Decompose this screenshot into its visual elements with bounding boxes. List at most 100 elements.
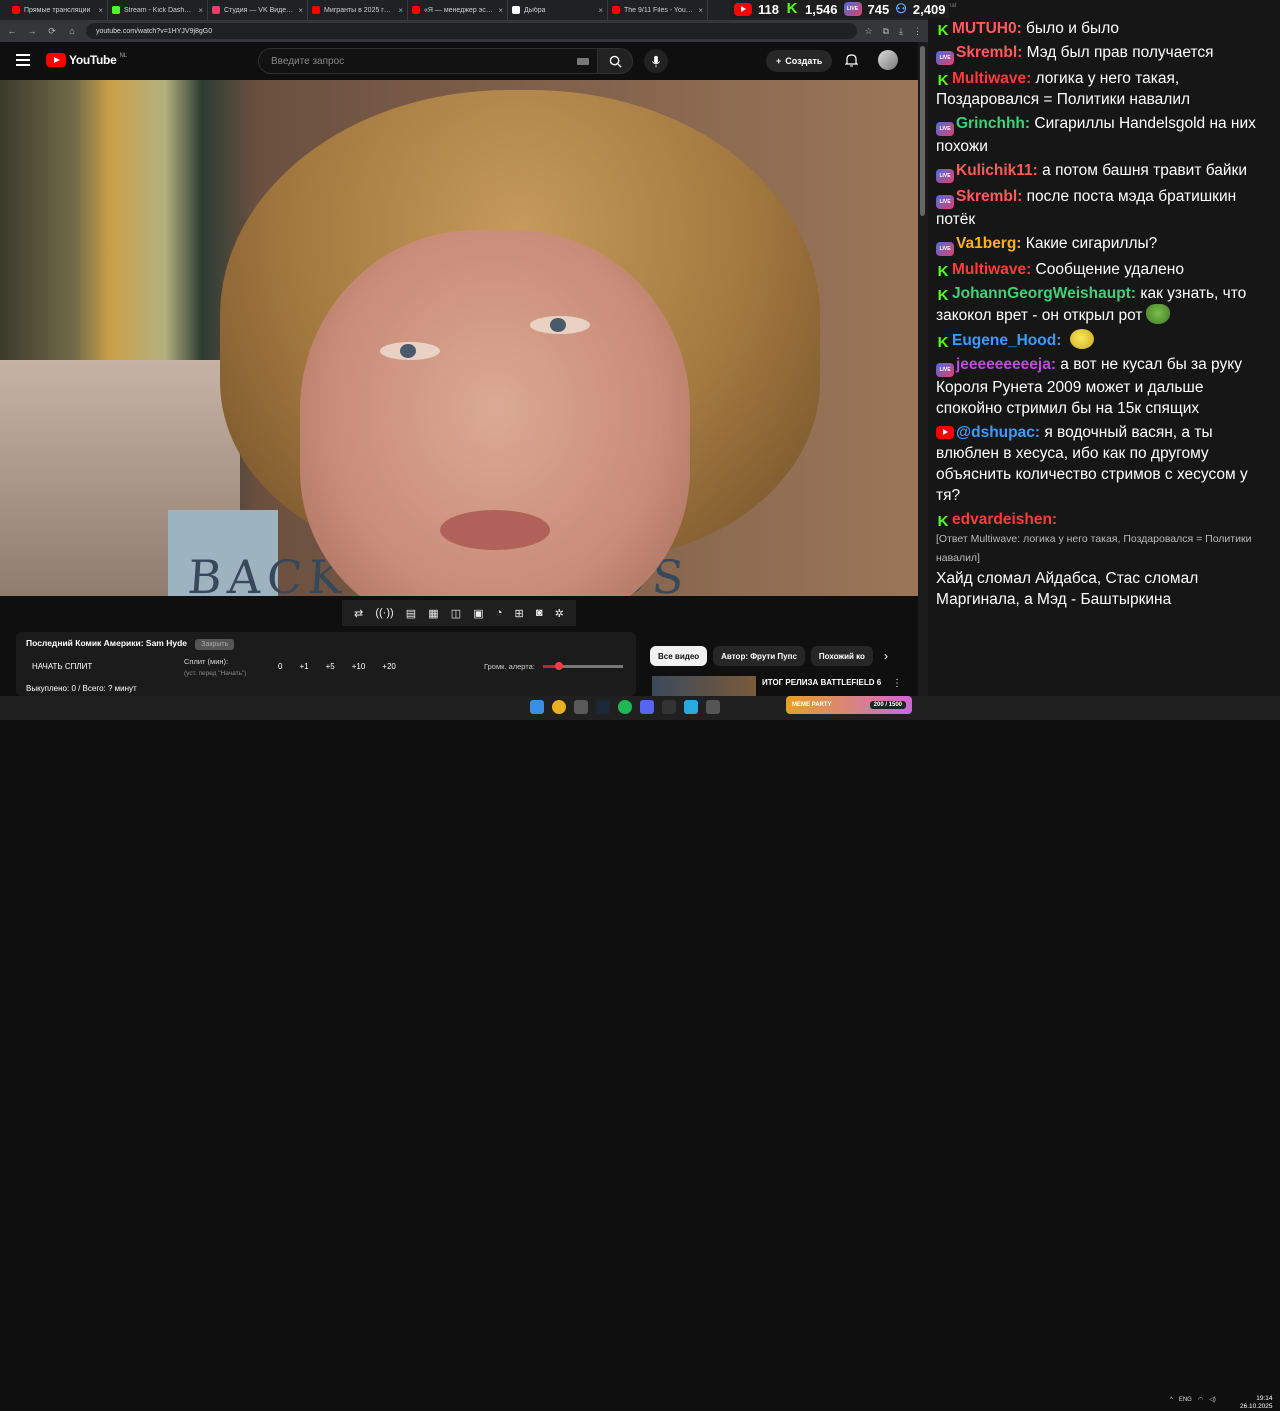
kick-viewers: 1,546 (804, 1, 838, 17)
browser-menu-icon[interactable]: ⋮ (913, 26, 922, 37)
page-scrollbar[interactable] (918, 42, 928, 696)
filter-chip[interactable]: Автор: Фрути Пупс (713, 646, 805, 666)
split-value-button[interactable]: +1 (299, 662, 308, 671)
audio-icon[interactable]: ((·)) (375, 607, 393, 619)
loop-icon[interactable]: ⇄ (354, 607, 363, 620)
system-clock[interactable]: 19:14 26.10.2025 (1240, 1395, 1273, 1411)
theater-icon[interactable]: ▤ (406, 607, 416, 620)
spotify-icon[interactable] (618, 700, 632, 714)
steam-icon[interactable] (596, 700, 610, 714)
kick-icon: K (937, 72, 949, 89)
language-indicator[interactable]: ENG (1179, 1397, 1192, 1403)
chat-username[interactable]: Va1berg: (956, 235, 1021, 252)
camera-icon[interactable]: ◙ (536, 607, 543, 619)
speed-icon[interactable]: ◔ (496, 607, 503, 619)
meme-party-widget[interactable]: MEME PARTY 200 / 1500 (786, 696, 912, 714)
chat-username[interactable]: @dshupac: (956, 424, 1040, 441)
address-field[interactable]: youtube.com/watch?v=1HYJV9j8gG0 (86, 23, 857, 39)
tab-title: Stream - Kick Dashboard (124, 6, 194, 14)
chat-username[interactable]: MUTUH0: (952, 20, 1022, 37)
chat-username[interactable]: Grinchhh: (956, 115, 1030, 132)
tab-close-icon[interactable]: × (398, 6, 403, 15)
chat-username[interactable]: Skrembl: (956, 44, 1022, 61)
split-value-buttons: 0 +1 +5 +10 +20 (278, 662, 396, 671)
download-icon[interactable]: ⤓ (899, 26, 903, 37)
alert-volume-knob[interactable] (554, 662, 563, 670)
tab-close-icon[interactable]: × (498, 6, 503, 15)
discord-icon[interactable] (640, 700, 654, 714)
chevron-right-icon[interactable]: › (876, 646, 896, 666)
tab-close-icon[interactable]: × (98, 6, 103, 15)
split-value-button[interactable]: +5 (326, 662, 335, 671)
kick-icon: K (937, 263, 949, 280)
chat-username[interactable]: Skrembl: (956, 188, 1022, 205)
bookmark-star-icon[interactable]: ☆ (865, 26, 873, 37)
search-button[interactable] (597, 48, 633, 74)
alert-volume-slider[interactable] (542, 662, 623, 670)
explorer-icon[interactable] (574, 700, 588, 714)
back-icon[interactable]: ← (6, 26, 18, 36)
player-controls: ⇄ ((·)) ▤ ▦ ◫ ▣ ◔ ⊞ ◙ ✲ (0, 596, 918, 630)
chat-username[interactable]: jeeeeeeeeeja: (956, 356, 1056, 373)
chat-username[interactable]: JohannGeorgWeishaupt: (952, 285, 1136, 302)
chat-username[interactable]: Multiwave: (952, 70, 1031, 87)
home-icon[interactable]: ⌂ (66, 26, 78, 36)
telegram-icon[interactable] (684, 700, 698, 714)
obs-icon[interactable] (662, 700, 676, 714)
scrollbar-thumb[interactable] (920, 46, 925, 216)
recommended-title[interactable]: ИТОГ РЕЛИЗА BATTLEFIELD 6 (762, 678, 881, 687)
settings-gear-icon[interactable]: ✲ (555, 607, 564, 620)
browser-tab[interactable]: Дыбра × (508, 0, 608, 20)
browser-tab[interactable]: Stream - Kick Dashboard × (108, 0, 208, 20)
browser-tab[interactable]: «Я — менеджер эскорта» × (408, 0, 508, 20)
keyboard-icon[interactable] (577, 58, 589, 65)
tray-chevron-icon[interactable]: ^ (1170, 1397, 1173, 1403)
pip-icon[interactable]: ⊞ (515, 607, 524, 620)
search-input[interactable]: Введите запрос (258, 48, 598, 74)
search-icon (609, 55, 622, 68)
split-value-button[interactable]: +10 (352, 662, 366, 671)
chrome-icon[interactable] (552, 700, 566, 714)
forward-icon[interactable]: → (26, 26, 38, 36)
split-value-button[interactable]: +20 (382, 662, 396, 671)
volume-icon[interactable]: ◁) (1209, 1396, 1216, 1403)
browser-tab[interactable]: The 9/11 Files - YouTube × (608, 0, 708, 20)
browser-tab[interactable]: Мигранты в 2025 году × (308, 0, 408, 20)
hamburger-menu-icon[interactable] (16, 54, 30, 69)
video-player[interactable]: BACK TO BASICS (0, 80, 918, 596)
filter-chip[interactable]: Похожий ко (810, 646, 873, 666)
account-avatar[interactable] (878, 50, 898, 70)
tab-close-icon[interactable]: × (698, 6, 703, 15)
split-close-button[interactable]: Закрыть (195, 639, 235, 650)
microphone-icon (651, 55, 661, 67)
tab-close-icon[interactable]: × (198, 6, 203, 15)
windows-start-icon[interactable] (530, 700, 544, 714)
chat-username[interactable]: Eugene_Hood: (952, 332, 1061, 349)
start-split-button[interactable]: НАЧАТЬ СПЛИТ (32, 662, 92, 671)
notifications-bell-icon[interactable] (844, 53, 859, 72)
reload-icon[interactable]: ⟳ (46, 26, 58, 37)
more-options-icon[interactable]: ⋮ (892, 678, 902, 689)
browser-tab[interactable]: Студия — VK Видео Live × (208, 0, 308, 20)
wifi-icon[interactable]: ◠ (1198, 1396, 1203, 1403)
chat-username[interactable]: Kulichik11: (956, 162, 1038, 179)
create-button[interactable]: + Создать (766, 50, 833, 72)
app-icon[interactable] (706, 700, 720, 714)
chat-username[interactable]: edvardeishen: (952, 511, 1057, 528)
tab-close-icon[interactable]: × (298, 6, 303, 15)
vk-viewers: 745 (867, 1, 890, 17)
split-value-button[interactable]: 0 (278, 662, 282, 671)
tab-favicon-icon (12, 6, 20, 14)
voice-search-button[interactable] (644, 49, 668, 73)
chat-username[interactable]: Multiwave: (952, 261, 1031, 278)
youtube-logo[interactable]: YouTube NL (46, 53, 127, 67)
browser-tab[interactable]: Прямые трансляции × (8, 0, 108, 20)
recommended-thumbnail[interactable] (652, 676, 756, 696)
extensions-icon[interactable]: ⧉ (883, 26, 889, 37)
clapper-icon[interactable]: ▦ (428, 607, 438, 620)
screenshot-frame-icon[interactable]: ◫ (451, 607, 461, 620)
subtitles-icon[interactable]: ▣ (473, 607, 483, 620)
tab-favicon-icon (612, 6, 620, 14)
filter-chip[interactable]: Все видео (650, 646, 708, 666)
tab-close-icon[interactable]: × (598, 6, 603, 15)
